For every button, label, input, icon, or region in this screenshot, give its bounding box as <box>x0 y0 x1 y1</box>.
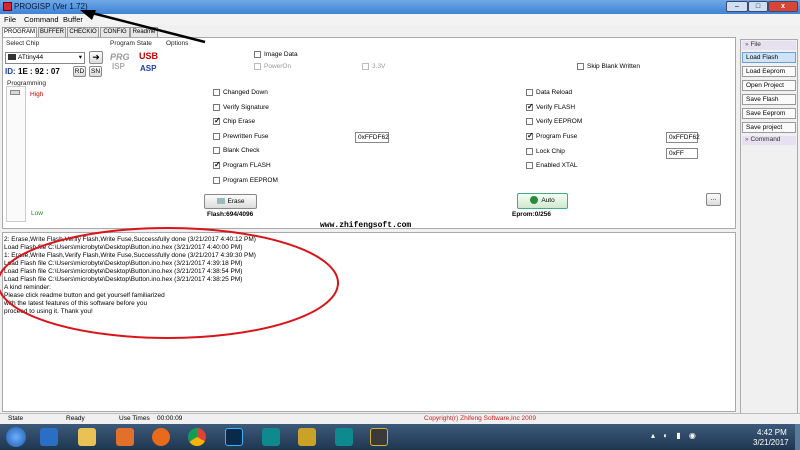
folder-icon[interactable] <box>298 428 316 446</box>
state-value: Ready <box>66 415 85 422</box>
start-button[interactable] <box>6 427 26 447</box>
state-label: State <box>8 415 24 422</box>
arduino-icon[interactable] <box>262 428 280 446</box>
annotation-ellipse <box>0 227 339 339</box>
tray-icons[interactable]: ▴ ◐ ▮ ◉ <box>651 431 721 443</box>
annotation-arrow-line <box>87 10 206 44</box>
media-player-icon[interactable] <box>116 428 134 446</box>
chrome-icon[interactable] <box>188 428 206 446</box>
annotation-overlay <box>0 10 339 339</box>
photoshop-icon[interactable] <box>225 428 243 446</box>
taskbar-date: 3/21/2017 <box>753 438 789 447</box>
firefox-icon[interactable] <box>152 428 170 446</box>
show-desktop-button[interactable] <box>795 424 800 450</box>
taskbar-time: 4:42 PM <box>757 428 787 437</box>
explorer-icon[interactable] <box>78 428 96 446</box>
copyright-text: Copyright(r) Zhifeng Software,Inc 2009 <box>424 415 536 422</box>
annotation-arrow-head <box>80 10 96 20</box>
ie-icon[interactable] <box>40 428 58 446</box>
progisp-icon[interactable] <box>370 428 388 446</box>
use-times-value: 00:00:09 <box>157 415 183 422</box>
use-times-label: Use Times <box>119 415 150 422</box>
arduino-icon-2[interactable] <box>335 428 353 446</box>
